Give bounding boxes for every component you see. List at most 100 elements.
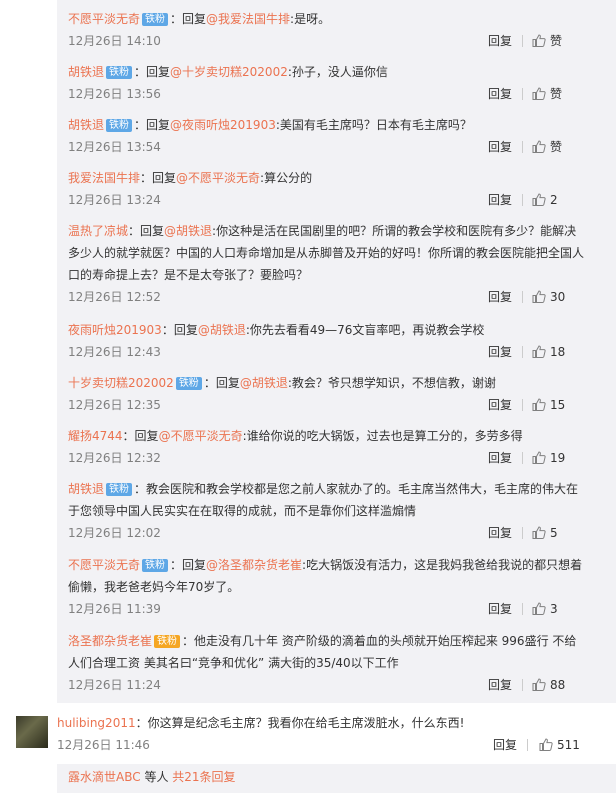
reply-prefix: ：回复 — [140, 171, 177, 185]
like-button[interactable]: 赞 — [532, 136, 562, 158]
like-button[interactable]: 18 — [532, 341, 565, 363]
reply-meta: 12月26日 12:52 回复 30 — [68, 286, 588, 308]
mention-link[interactable]: @我爱法国牛排 — [206, 12, 290, 26]
reply-body: :美国有毛主席吗？日本有毛主席吗？ — [275, 118, 472, 132]
thumbs-up-icon — [532, 87, 546, 100]
more-replies-middle: 等人 — [140, 770, 173, 784]
fan-badge[interactable]: 铁粉 — [154, 635, 181, 648]
mention-link[interactable]: @洛圣都杂货老崔 — [206, 558, 302, 572]
main-comment-username[interactable]: hulibing2011 — [57, 716, 136, 730]
fan-badge[interactable]: 铁粉 — [175, 377, 202, 390]
reply-text: 耀扬4744：回复@不愿平淡无奇:谁给你说的吃大锅饭，过去也是算工分的，多劳多得 — [68, 425, 588, 447]
reply-meta: 12月26日 12:43 回复 18 — [68, 341, 588, 363]
thumbs-up-icon — [532, 451, 546, 464]
like-button[interactable]: 3 — [532, 598, 558, 620]
reply-username[interactable]: 十岁卖切糕202002 — [68, 376, 174, 390]
divider — [522, 291, 523, 303]
like-button[interactable]: 88 — [532, 674, 565, 696]
like-button[interactable]: 15 — [532, 394, 565, 416]
reply-body: :算公分的 — [260, 171, 313, 185]
divider — [522, 194, 523, 206]
reply-username[interactable]: 胡铁退 — [68, 118, 104, 132]
reply-item: 耀扬4744：回复@不愿平淡无奇:谁给你说的吃大锅饭，过去也是算工分的，多劳多得… — [68, 425, 588, 469]
reply-username[interactable]: 不愿平淡无奇 — [68, 12, 140, 26]
mention-link[interactable]: @胡铁退 — [240, 376, 288, 390]
like-button[interactable]: 30 — [532, 286, 565, 308]
like-count: 赞 — [550, 140, 563, 154]
divider — [522, 346, 523, 358]
main-comment-reply-button[interactable]: 回复 — [493, 734, 517, 756]
mention-link[interactable]: @不愿平淡无奇 — [159, 429, 243, 443]
more-replies-count[interactable]: 共21条回复 — [172, 770, 235, 784]
reply-item: 胡铁退 铁粉 ：教会医院和教会学校都是您之前人家就办了的。毛主席当然伟大，毛主席的伟… — [68, 478, 588, 544]
reply-text: 不愿平淡无奇 铁粉 ：回复@洛圣都杂货老崔:吃大锅饭没有活力，这是我妈我爸给我说的都… — [68, 554, 588, 598]
reply-button[interactable]: 回复 — [488, 136, 512, 158]
reply-prefix: ：回复 — [134, 65, 171, 79]
main-comment-body: ：你这算是纪念毛主席？我看你在给毛主席泼脏水，什么东西! — [135, 716, 465, 730]
like-button[interactable]: 2 — [532, 189, 558, 211]
main-comment-like-button[interactable]: 511 — [539, 734, 580, 756]
mention-link[interactable]: @胡铁退 — [198, 323, 246, 337]
mention-link[interactable]: @胡铁退 — [164, 224, 212, 238]
reply-button[interactable]: 回复 — [488, 286, 512, 308]
fan-badge[interactable]: 铁粉 — [142, 559, 169, 572]
more-replies-user[interactable]: 露水滴世ABC — [68, 770, 141, 784]
reply-body: :谁给你说的吃大锅饭，过去也是算工分的，多劳多得 — [242, 429, 523, 443]
reply-button[interactable]: 回复 — [488, 83, 512, 105]
main-comment-meta: 12月26日 11:46 回复 511 — [57, 734, 597, 756]
reply-username[interactable]: 洛圣都杂货老崔 — [68, 634, 152, 648]
reply-button[interactable]: 回复 — [488, 394, 512, 416]
reply-time: 12月26日 11:24 — [68, 678, 161, 692]
reply-button[interactable]: 回复 — [488, 341, 512, 363]
reply-meta: 12月26日 11:24 回复 88 — [68, 674, 588, 696]
reply-meta: 12月26日 11:39 回复 3 — [68, 598, 588, 620]
reply-body: :教会？爷只想学知识，不想信教，谢谢 — [287, 376, 496, 390]
fan-badge[interactable]: 铁粉 — [106, 119, 133, 132]
reply-meta: 12月26日 13:24 回复 2 — [68, 189, 588, 211]
reply-meta: 12月26日 12:02 回复 5 — [68, 522, 588, 544]
divider — [527, 739, 528, 751]
reply-button[interactable]: 回复 — [488, 189, 512, 211]
reply-username[interactable]: 胡铁退 — [68, 65, 104, 79]
reply-item: 温热了凉城：回复@胡铁退:你这种是活在民国剧里的吧？所谓的教会学校和医院有多少？… — [68, 220, 588, 308]
mention-link[interactable]: @夜雨听烛201903 — [170, 118, 276, 132]
thumbs-up-icon — [532, 526, 546, 539]
main-comment: hulibing2011：你这算是纪念毛主席？我看你在给毛主席泼脏水，什么东西!… — [0, 712, 616, 760]
reply-username[interactable]: 温热了凉城 — [68, 224, 128, 238]
reply-prefix: ： — [182, 634, 195, 648]
reply-button[interactable]: 回复 — [488, 447, 512, 469]
reply-button[interactable]: 回复 — [488, 522, 512, 544]
fan-badge[interactable]: 铁粉 — [142, 13, 169, 26]
fan-badge[interactable]: 铁粉 — [106, 66, 133, 79]
fan-badge[interactable]: 铁粉 — [106, 483, 133, 496]
like-button[interactable]: 赞 — [532, 83, 562, 105]
reply-button[interactable]: 回复 — [488, 674, 512, 696]
like-button[interactable]: 赞 — [532, 30, 562, 52]
more-replies-bar[interactable]: 露水滴世ABC 等人 共21条回复 — [57, 764, 616, 793]
mention-link[interactable]: @不愿平淡无奇 — [176, 171, 260, 185]
avatar[interactable] — [16, 716, 48, 748]
like-count: 30 — [550, 290, 566, 304]
reply-meta: 12月26日 12:32 回复 19 — [68, 447, 588, 469]
reply-username[interactable]: 夜雨听烛201903 — [68, 323, 162, 337]
reply-time: 12月26日 14:10 — [68, 34, 161, 48]
reply-time: 12月26日 11:39 — [68, 602, 161, 616]
divider — [522, 141, 523, 153]
divider — [522, 603, 523, 615]
reply-username[interactable]: 不愿平淡无奇 — [68, 558, 140, 572]
reply-username[interactable]: 胡铁退 — [68, 482, 104, 496]
reply-item: 十岁卖切糕202002 铁粉 ：回复@胡铁退:教会？爷只想学知识，不想信教，谢谢 12… — [68, 372, 588, 416]
reply-item: 夜雨听烛201903：回复@胡铁退:你先去看看49—76文盲率吧，再说教会学校 1… — [68, 319, 588, 363]
mention-link[interactable]: @十岁卖切糕202002 — [170, 65, 288, 79]
divider — [522, 399, 523, 411]
main-comment-time: 12月26日 11:46 — [57, 738, 150, 752]
reply-username[interactable]: 耀扬4744 — [68, 429, 123, 443]
reply-username[interactable]: 我爱法国牛排 — [68, 171, 140, 185]
reply-button[interactable]: 回复 — [488, 30, 512, 52]
like-button[interactable]: 5 — [532, 522, 558, 544]
thumbs-up-icon — [532, 345, 546, 358]
like-button[interactable]: 19 — [532, 447, 565, 469]
reply-button[interactable]: 回复 — [488, 598, 512, 620]
reply-item: 洛圣都杂货老崔 铁粉 ：他走没有几十年 资产阶级的滴着血的头颅就开始压榨起来 996… — [68, 630, 588, 696]
reply-item: 不愿平淡无奇 铁粉 ：回复@洛圣都杂货老崔:吃大锅饭没有活力，这是我妈我爸给我说的都… — [68, 554, 588, 620]
